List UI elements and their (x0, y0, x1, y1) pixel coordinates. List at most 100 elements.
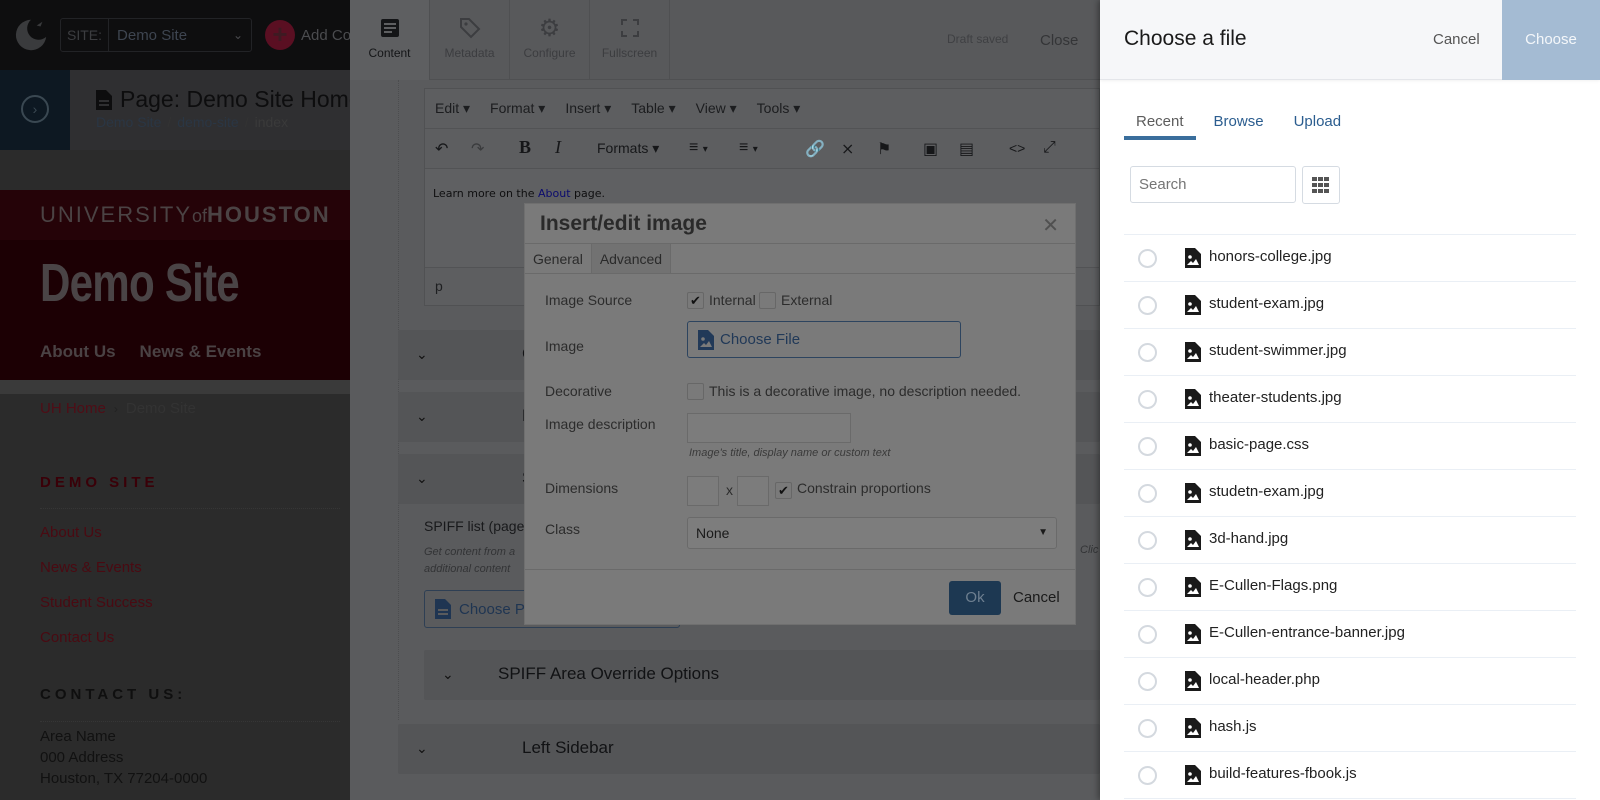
chooser-choose-button[interactable]: Choose (1502, 0, 1600, 80)
file-radio[interactable] (1138, 719, 1157, 738)
decorative-checkbox[interactable] (687, 383, 704, 400)
file-list-item[interactable]: honors-college.jpg (1124, 235, 1576, 282)
dimensions-label: Dimensions (545, 480, 619, 496)
constrain-proportions-checkbox[interactable]: ✔ (775, 482, 792, 499)
menu-table[interactable]: Table ▾ (631, 100, 675, 117)
chooser-cancel-button[interactable]: Cancel (1433, 31, 1480, 48)
insert-image-icon[interactable]: ▣ (923, 139, 938, 159)
sidebar-link[interactable]: Student Success (40, 594, 153, 629)
file-list-item[interactable]: studetn-exam.jpg (1124, 470, 1576, 517)
chevron-down-icon: ⌄ (416, 408, 428, 424)
file-chooser-panel: Choose a file Cancel Choose Recent Brows… (1100, 0, 1600, 800)
tab-upload[interactable]: Upload (1282, 108, 1354, 140)
sidebar-link[interactable]: About Us (40, 524, 153, 559)
tab-configure[interactable]: ⚙ Configure (510, 0, 590, 80)
file-radio[interactable] (1138, 484, 1157, 503)
width-input[interactable] (687, 476, 719, 506)
menu-tools[interactable]: Tools ▾ (757, 100, 801, 117)
menu-edit[interactable]: Edit ▾ (435, 100, 470, 117)
source-code-icon[interactable]: <> (1009, 140, 1025, 156)
file-radio[interactable] (1138, 249, 1157, 268)
image-description-input[interactable] (687, 413, 851, 443)
sidebar-links: About Us News & Events Student Success C… (40, 524, 153, 664)
breadcrumb-item[interactable]: Demo Site (96, 114, 161, 130)
page-icon (435, 599, 451, 619)
file-list-item[interactable]: theater-students.jpg (1124, 376, 1576, 423)
tab-metadata[interactable]: Metadata (430, 0, 510, 80)
sidebar-link[interactable]: News & Events (40, 559, 153, 594)
section-left-sidebar[interactable]: ⌄ Left Sidebar (398, 724, 1100, 774)
image-file-icon (1185, 248, 1201, 268)
tag-icon (459, 18, 480, 39)
file-radio[interactable] (1138, 531, 1157, 550)
file-list-item[interactable]: local-header.php (1124, 658, 1576, 705)
breadcrumb-home-link[interactable]: UH Home (40, 400, 106, 417)
file-list-item[interactable]: student-swimmer.jpg (1124, 329, 1576, 376)
menu-format[interactable]: Format ▾ (490, 100, 545, 117)
tab-content[interactable]: Content (350, 0, 430, 80)
tab-browse[interactable]: Browse (1202, 108, 1276, 140)
editor-formatting-toolbar: ↶ ↷ B I Formats ▾ ≡ ▾ ≡ ▾ 🔗 ⨯ ⚑ ▣ ▤ <> ⤢ (425, 129, 1099, 169)
file-radio[interactable] (1138, 296, 1157, 315)
dialog-cancel-button[interactable]: Cancel (1013, 589, 1060, 606)
close-editor-button[interactable]: Close (1040, 32, 1078, 49)
bookmark-icon[interactable]: ⚑ (877, 139, 891, 159)
undo-icon[interactable]: ↶ (435, 139, 448, 159)
sidebar-link[interactable]: Contact Us (40, 629, 153, 664)
link-icon[interactable]: 🔗 (805, 139, 825, 159)
height-input[interactable] (737, 476, 769, 506)
menu-view[interactable]: View ▾ (696, 100, 737, 117)
file-search-input[interactable] (1130, 166, 1296, 203)
tab-advanced[interactable]: Advanced (591, 244, 672, 273)
redo-icon[interactable]: ↷ (471, 139, 484, 159)
tab-recent[interactable]: Recent (1124, 108, 1196, 140)
file-radio[interactable] (1138, 672, 1157, 691)
class-select[interactable]: None ▼ (687, 517, 1057, 549)
file-list-item[interactable]: basic-page.css (1124, 423, 1576, 470)
unlink-icon[interactable]: ⨯ (841, 139, 854, 159)
tab-fullscreen[interactable]: Fullscreen (590, 0, 670, 80)
choose-file-button[interactable]: Choose File (687, 321, 961, 358)
file-name: build-features-fbook.js (1209, 765, 1357, 782)
file-list-item[interactable]: E-Cullen-Flags.png (1124, 564, 1576, 611)
image-file-icon (1185, 577, 1201, 597)
file-list-item[interactable]: build-features-fbook.js (1124, 752, 1576, 799)
expand-sidebar-icon[interactable]: › (21, 95, 49, 123)
file-radio[interactable] (1138, 766, 1157, 785)
section-spiff-area-override[interactable]: ⌄ SPIFF Area Override Options (424, 650, 1100, 700)
image-description-label: Image description (545, 416, 656, 432)
about-link[interactable]: About (538, 187, 571, 200)
file-radio[interactable] (1138, 437, 1157, 456)
external-checkbox[interactable] (759, 292, 776, 309)
file-list-item[interactable]: E-Cullen-entrance-banner.jpg (1124, 611, 1576, 658)
grid-view-button[interactable] (1302, 166, 1340, 204)
site-nav-item[interactable]: News & Events (140, 342, 262, 362)
editor-fullscreen-icon[interactable]: ⤢ (1043, 139, 1056, 157)
file-radio[interactable] (1138, 578, 1157, 597)
file-radio[interactable] (1138, 625, 1157, 644)
insert-media-icon[interactable]: ▤ (959, 139, 974, 159)
italic-icon[interactable]: I (555, 137, 561, 158)
file-list-item[interactable]: hash.js (1124, 705, 1576, 752)
bold-icon[interactable]: B (519, 137, 531, 158)
ok-button[interactable]: Ok (949, 581, 1001, 615)
site-selector[interactable]: SITE: Demo Site ⌄ (60, 18, 252, 52)
bullet-list-icon[interactable]: ≡ ▾ (689, 139, 708, 157)
close-icon[interactable]: ✕ (1042, 213, 1059, 238)
numbered-list-icon[interactable]: ≡ ▾ (739, 139, 758, 157)
file-chooser-title: Choose a file (1124, 27, 1247, 50)
chevron-down-icon: ⌄ (416, 470, 428, 486)
image-file-icon (1185, 483, 1201, 503)
menu-insert[interactable]: Insert ▾ (565, 100, 611, 117)
file-list-item[interactable]: 3d-hand.jpg (1124, 517, 1576, 564)
site-nav-item[interactable]: About Us (40, 342, 116, 362)
tab-general[interactable]: General (525, 244, 592, 273)
internal-checkbox[interactable]: ✔ (687, 292, 704, 309)
file-list-item[interactable]: student-exam.jpg (1124, 282, 1576, 329)
file-radio[interactable] (1138, 343, 1157, 362)
file-radio[interactable] (1138, 390, 1157, 409)
formats-dropdown[interactable]: Formats ▾ (597, 140, 659, 157)
dialog-title: Insert/edit image (540, 212, 707, 235)
cms-topbar: SITE: Demo Site ⌄ + Add Content (0, 0, 384, 70)
breadcrumb-item[interactable]: demo-site (177, 114, 238, 130)
